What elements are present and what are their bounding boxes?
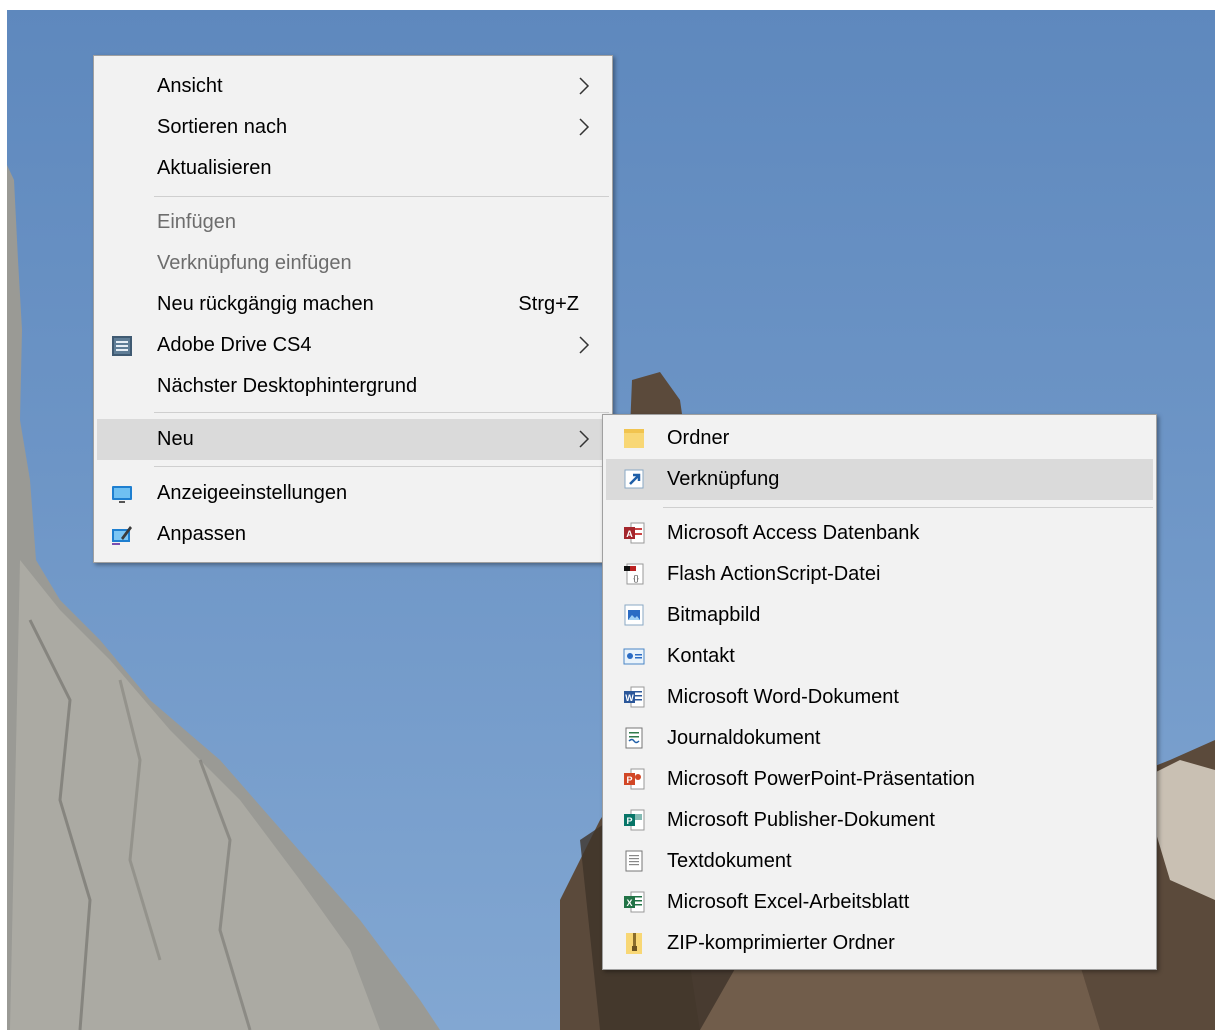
menu-item-label: Neu rückgängig machen: [157, 293, 374, 315]
menu-item-undo-new[interactable]: Neu rückgängig machen Strg+Z: [97, 284, 609, 325]
svg-text:{}: {}: [633, 574, 639, 583]
menu-item-refresh[interactable]: Aktualisieren: [97, 148, 609, 189]
menu-item-label: Anzeigeeinstellungen: [157, 482, 348, 504]
menu-item-next-background[interactable]: Nächster Desktophintergrund: [97, 366, 609, 407]
submenu-item-label: ZIP-komprimierter Ordner: [667, 932, 895, 954]
menu-item-paste[interactable]: Einfügen: [97, 202, 609, 243]
screenshot-border-left: [0, 0, 7, 1030]
submenu-item-journal-document[interactable]: Journaldokument: [606, 718, 1153, 759]
menu-item-label: Nächster Desktophintergrund: [157, 375, 418, 397]
access-icon: A: [624, 522, 645, 544]
shortcut-icon: [624, 469, 644, 489]
submenu-item-folder[interactable]: Ordner: [606, 418, 1153, 459]
menu-separator: [154, 196, 609, 197]
svg-text:P: P: [626, 816, 632, 826]
chevron-right-icon: [579, 336, 590, 354]
adobe-drive-icon: [112, 336, 132, 356]
submenu-item-label: Microsoft PowerPoint-Präsentation: [667, 768, 975, 790]
menu-item-label: Adobe Drive CS4: [157, 334, 312, 356]
submenu-item-publisher[interactable]: P Microsoft Publisher-Dokument: [606, 800, 1153, 841]
svg-text:X: X: [626, 898, 632, 908]
menu-item-sort-by[interactable]: Sortieren nach: [97, 107, 609, 148]
text-document-icon: [625, 850, 643, 872]
submenu-item-shortcut[interactable]: Verknüpfung: [606, 459, 1153, 500]
submenu-item-label: Flash ActionScript-Datei: [667, 563, 881, 585]
submenu-item-label: Kontakt: [667, 645, 735, 667]
submenu-item-contact[interactable]: Kontakt: [606, 636, 1153, 677]
menu-item-personalize[interactable]: Anpassen: [97, 514, 609, 555]
publisher-icon: P: [624, 809, 645, 831]
menu-item-label: Anpassen: [157, 523, 246, 545]
chevron-right-icon: [579, 430, 590, 448]
submenu-item-powerpoint[interactable]: P Microsoft PowerPoint-Präsentation: [606, 759, 1153, 800]
submenu-item-access-database[interactable]: A Microsoft Access Datenbank: [606, 513, 1153, 554]
contact-icon: [623, 648, 645, 665]
menu-item-label: Neu: [157, 428, 194, 450]
submenu-item-excel[interactable]: X Microsoft Excel-Arbeitsblatt: [606, 882, 1153, 923]
menu-separator: [154, 466, 609, 467]
display-settings-icon: [112, 486, 132, 503]
submenu-item-label: Textdokument: [667, 850, 792, 872]
menu-item-adobe-drive[interactable]: Adobe Drive CS4: [97, 325, 609, 366]
menu-item-display-settings[interactable]: Anzeigeeinstellungen: [97, 473, 609, 514]
menu-separator: [663, 507, 1153, 508]
submenu-item-label: Microsoft Access Datenbank: [667, 522, 920, 544]
menu-item-label: Einfügen: [157, 211, 236, 233]
submenu-item-label: Journaldokument: [667, 727, 821, 749]
chevron-right-icon: [579, 77, 590, 95]
submenu-item-label: Verknüpfung: [667, 468, 780, 490]
submenu-item-label: Microsoft Word-Dokument: [667, 686, 899, 708]
submenu-item-zip-folder[interactable]: ZIP-komprimierter Ordner: [606, 923, 1153, 964]
submenu-item-text-document[interactable]: Textdokument: [606, 841, 1153, 882]
journal-icon: [625, 727, 643, 749]
menu-item-view[interactable]: Ansicht: [97, 66, 609, 107]
screenshot-border-top: [0, 0, 1215, 10]
submenu-item-label: Microsoft Excel-Arbeitsblatt: [667, 891, 910, 913]
submenu-item-bitmap[interactable]: Bitmapbild: [606, 595, 1153, 636]
menu-item-new[interactable]: Neu: [97, 419, 609, 460]
submenu-item-label: Microsoft Publisher-Dokument: [667, 809, 935, 831]
word-icon: W: [624, 686, 645, 708]
submenu-item-label: Bitmapbild: [667, 604, 761, 626]
bitmap-icon: [624, 604, 644, 626]
svg-text:W: W: [625, 693, 634, 703]
folder-icon: [624, 429, 644, 448]
personalize-icon: [112, 526, 132, 545]
menu-item-shortcut: Strg+Z: [518, 293, 579, 315]
zip-folder-icon: [626, 933, 642, 954]
menu-item-label: Verknüpfung einfügen: [157, 252, 352, 274]
submenu-item-label: Ordner: [667, 427, 730, 449]
submenu-item-word-document[interactable]: W Microsoft Word-Dokument: [606, 677, 1153, 718]
svg-text:A: A: [626, 529, 633, 539]
menu-item-label: Ansicht: [157, 75, 223, 97]
chevron-right-icon: [579, 118, 590, 136]
excel-icon: X: [624, 891, 645, 913]
menu-item-label: Aktualisieren: [157, 157, 272, 179]
menu-separator: [154, 412, 609, 413]
submenu-item-flash-actionscript[interactable]: {} Flash ActionScript-Datei: [606, 554, 1153, 595]
svg-text:P: P: [626, 775, 632, 785]
powerpoint-icon: P: [624, 768, 645, 790]
flash-actionscript-icon: {}: [624, 563, 644, 585]
menu-item-label: Sortieren nach: [157, 116, 288, 138]
menu-item-paste-shortcut[interactable]: Verknüpfung einfügen: [97, 243, 609, 284]
new-submenu: Ordner Verknüpfung A Microsoft Access Da…: [602, 414, 1157, 970]
desktop-context-menu: Ansicht Sortieren nach Aktualisieren Ein…: [93, 55, 613, 563]
